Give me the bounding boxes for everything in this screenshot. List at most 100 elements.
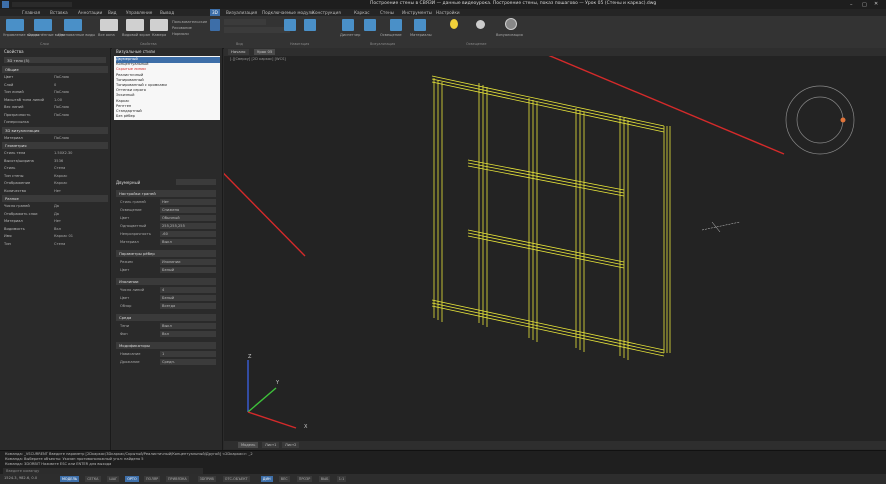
ribbon-small-draw[interactable]: Рисование bbox=[172, 26, 192, 30]
property-row[interactable]: Высота/ширина 3536 bbox=[2, 158, 108, 165]
property-row[interactable]: Масштаб типа линий 1.00 bbox=[2, 97, 108, 104]
style-value[interactable]: Выкл bbox=[160, 239, 216, 245]
materials-button[interactable] bbox=[390, 19, 402, 31]
tab-annotate[interactable]: Аннотации bbox=[76, 9, 104, 16]
style-value[interactable]: Нет bbox=[160, 199, 216, 205]
property-row[interactable]: Слой 0 bbox=[2, 82, 108, 89]
property-value[interactable]: Каркас bbox=[54, 174, 67, 178]
command-line[interactable]: Команда: _VSCURRENT Введите параметр [2D… bbox=[0, 450, 886, 475]
close-icon[interactable]: ✕ bbox=[874, 1, 882, 7]
tab-structure[interactable]: Конструкция bbox=[310, 9, 343, 16]
status-toggle[interactable]: СЕТКА bbox=[85, 476, 101, 482]
style-row[interactable]: Фон Вкл bbox=[116, 331, 216, 338]
property-row[interactable]: Имя Каркас 01 bbox=[2, 233, 108, 240]
style-section-header[interactable]: Модификаторы bbox=[116, 342, 216, 349]
property-row[interactable]: Вес линий ПоСлою bbox=[2, 104, 108, 111]
style-value[interactable]: -60 bbox=[160, 231, 216, 237]
style-row[interactable]: Нависание 1 bbox=[116, 351, 216, 358]
named-views-button[interactable] bbox=[64, 19, 82, 31]
style-row[interactable]: Непрозрачность -60 bbox=[116, 231, 216, 238]
style-value[interactable]: Снижено bbox=[160, 207, 216, 213]
tab-layout2[interactable]: Лист2 bbox=[282, 442, 300, 448]
tab-3d[interactable]: 3D bbox=[210, 9, 220, 16]
saved-views-button[interactable] bbox=[34, 19, 52, 31]
style-row[interactable]: Стиль граней Нет bbox=[116, 199, 216, 206]
property-row[interactable]: Тип линий ПоСлою bbox=[2, 89, 108, 96]
tab-tools[interactable]: Инструменты bbox=[400, 9, 434, 16]
style-section-header[interactable]: Изолинии bbox=[116, 278, 216, 285]
property-row[interactable]: Цвет ПоСлою bbox=[2, 74, 108, 81]
style-value[interactable]: Средн. bbox=[160, 359, 216, 365]
property-value[interactable]: ПоСлою bbox=[54, 105, 69, 109]
property-value[interactable]: Стена bbox=[54, 166, 65, 170]
tab-start[interactable]: Начало bbox=[228, 49, 249, 55]
visual-style-icons[interactable] bbox=[224, 27, 290, 33]
object-selector[interactable]: 3D тело (5) bbox=[4, 57, 106, 63]
property-value[interactable]: ПоСлою bbox=[54, 90, 69, 94]
property-value[interactable]: 1.00 bbox=[54, 98, 62, 102]
style-row[interactable]: Тени Выкл bbox=[116, 323, 216, 330]
property-value[interactable]: ПоСлою bbox=[54, 75, 69, 79]
tab-document[interactable]: Урок 05 bbox=[254, 49, 276, 55]
property-row[interactable]: Гиперссылка bbox=[2, 119, 108, 126]
style-value[interactable]: Всегда bbox=[160, 303, 216, 309]
property-row[interactable]: Материал Нет bbox=[2, 218, 108, 225]
status-toggle[interactable]: 1:1 bbox=[336, 476, 347, 482]
tab-model[interactable]: Модель bbox=[238, 442, 259, 448]
property-row[interactable]: Число граней Да bbox=[2, 203, 108, 210]
property-row[interactable]: Отображать слои Да bbox=[2, 211, 108, 218]
property-section-header[interactable]: 3D визуализация bbox=[2, 126, 108, 134]
style-row[interactable]: Дрожание Средн. bbox=[116, 359, 216, 366]
property-section-header[interactable]: Разное bbox=[2, 195, 108, 202]
property-value[interactable]: 3536 bbox=[54, 159, 63, 163]
status-toggle[interactable]: ОТС-ОБЪЕКТ bbox=[222, 476, 250, 482]
status-toggle[interactable]: ПОЛЯР bbox=[144, 476, 161, 482]
property-section-header[interactable]: Геометрия bbox=[2, 142, 108, 149]
property-value[interactable]: ПоСлою bbox=[54, 113, 69, 117]
property-row[interactable]: Количество Нет bbox=[2, 188, 108, 195]
viewport-button[interactable] bbox=[126, 19, 144, 31]
viewport-canvas[interactable] bbox=[224, 48, 886, 441]
property-value[interactable]: 0 bbox=[54, 83, 56, 87]
style-row[interactable]: Число линий 4 bbox=[116, 287, 216, 294]
status-toggle[interactable]: 3DПРИВ bbox=[197, 476, 216, 482]
tab-walls[interactable]: Стены bbox=[378, 9, 396, 16]
sun-icon[interactable] bbox=[476, 20, 485, 29]
style-row[interactable]: Цвет Обычный bbox=[116, 215, 216, 222]
style-control[interactable]: [2D каркас] bbox=[251, 57, 273, 61]
style-row[interactable]: Материал Выкл bbox=[116, 239, 216, 246]
maximize-icon[interactable]: □ bbox=[862, 2, 870, 8]
all-viewports-button[interactable] bbox=[100, 19, 118, 31]
views-button[interactable] bbox=[364, 19, 376, 31]
style-value[interactable]: Выкл bbox=[160, 323, 216, 329]
style-toolbar-icons[interactable] bbox=[176, 179, 216, 185]
property-row[interactable]: Стиль Стена bbox=[2, 165, 108, 172]
quick-access-toolbar[interactable] bbox=[12, 2, 72, 7]
ribbon-small-custom[interactable]: Пользовательские bbox=[172, 20, 207, 24]
camera-button[interactable] bbox=[150, 19, 168, 31]
status-toggle[interactable]: ВЫБ bbox=[318, 476, 331, 482]
style-value[interactable]: Вкл bbox=[160, 331, 216, 337]
property-row[interactable]: Материал ПоСлою bbox=[2, 135, 108, 142]
property-value[interactable]: Стена bbox=[54, 242, 65, 246]
status-toggle[interactable]: ШАГ bbox=[107, 476, 120, 482]
render-settings-button[interactable] bbox=[414, 19, 426, 31]
model-viewport[interactable]: Z Y X bbox=[224, 48, 886, 441]
style-value[interactable]: Белый bbox=[160, 295, 216, 301]
status-toggle[interactable]: МОДЕЛЬ bbox=[60, 476, 80, 482]
tab-view[interactable]: Вид bbox=[106, 9, 119, 16]
tab-layout1[interactable]: Лист1 bbox=[262, 442, 280, 448]
property-row[interactable]: Прозрачность ПоСлою bbox=[2, 112, 108, 119]
property-value[interactable]: Да bbox=[54, 204, 59, 208]
visualize-icon[interactable] bbox=[505, 18, 517, 30]
style-value[interactable]: Обычный bbox=[160, 215, 216, 221]
ucs-control[interactable]: [WCS] bbox=[275, 57, 286, 61]
tab-frame[interactable]: Каркас bbox=[352, 9, 372, 16]
tab-manage[interactable]: Управление bbox=[124, 9, 154, 16]
orbit-button[interactable] bbox=[304, 19, 316, 31]
view-control[interactable]: [-][Сверху] bbox=[230, 57, 250, 61]
ribbon-small-normals[interactable]: Нормали bbox=[172, 32, 189, 36]
style-row[interactable]: Режим Изолинии bbox=[116, 259, 216, 266]
property-value[interactable]: Нет bbox=[54, 189, 61, 193]
tab-insert[interactable]: Вставка bbox=[48, 9, 70, 16]
